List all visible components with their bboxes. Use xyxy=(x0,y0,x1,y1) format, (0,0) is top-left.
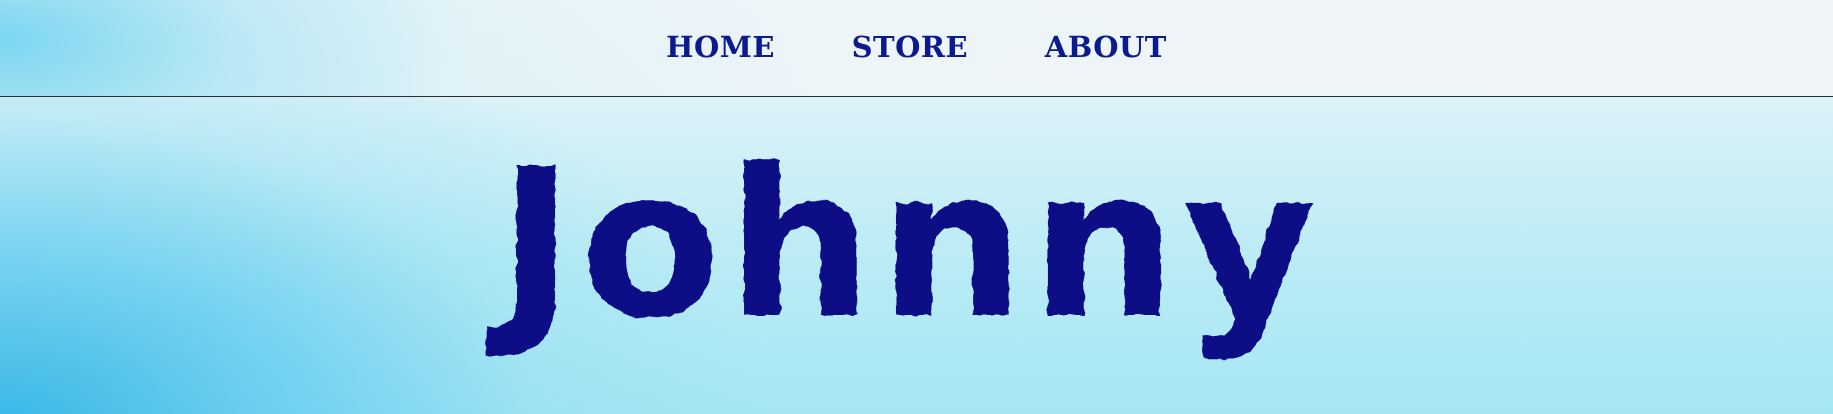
main-nav: HOME STORE ABOUT xyxy=(0,30,1833,64)
top-navigation-bar: HOME STORE ABOUT xyxy=(0,0,1833,97)
hero-title: Johnny xyxy=(486,126,1323,364)
nav-store-link[interactable]: STORE xyxy=(852,30,969,64)
nav-home-link[interactable]: HOME xyxy=(666,30,775,64)
hero-title-art: Johnny xyxy=(486,126,1323,364)
nav-about-link[interactable]: ABOUT xyxy=(1045,30,1167,64)
hero-section: Johnny xyxy=(0,115,1833,395)
